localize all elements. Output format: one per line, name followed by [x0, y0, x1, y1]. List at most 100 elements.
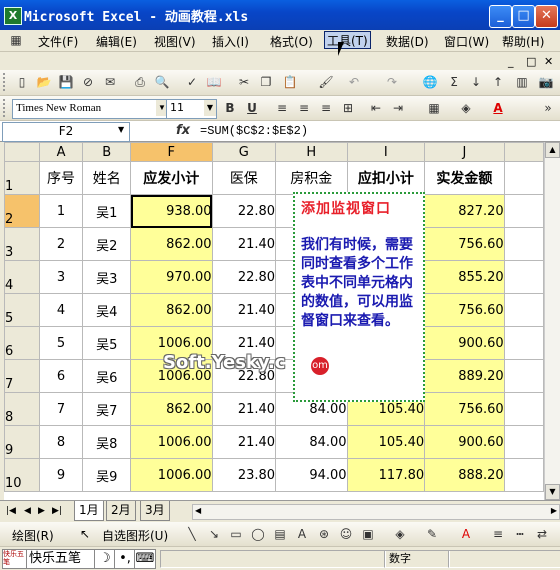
drawing-icon[interactable]: 📷 [538, 74, 554, 90]
paste-icon[interactable]: 📋 [282, 74, 298, 90]
arrow-style-icon[interactable]: ⇄ [534, 526, 550, 542]
doc-minimize-button[interactable]: _ [508, 55, 514, 68]
print-icon[interactable]: ⎙ [132, 74, 148, 90]
menu-file[interactable]: 文件(F) [38, 33, 78, 50]
column-header-f[interactable]: F [130, 142, 213, 162]
cell-name[interactable]: 吴6 [82, 359, 132, 393]
row-header[interactable]: 7 [4, 359, 40, 393]
row-header[interactable]: 9 [4, 425, 40, 459]
row-header[interactable]: 2 [4, 194, 40, 228]
align-center-icon[interactable]: ≡ [296, 100, 312, 116]
cell-seq[interactable]: 9 [38, 458, 84, 492]
chart-wizard-icon[interactable]: ▥ [514, 74, 530, 90]
oval-icon[interactable]: ◯ [250, 526, 266, 542]
column-header-blank[interactable] [503, 142, 544, 162]
first-sheet-icon[interactable]: |◀ [6, 506, 16, 516]
underline-button[interactable]: U [244, 100, 260, 116]
ime-moon-icon[interactable]: ☽ [94, 549, 116, 569]
line-icon[interactable]: ╲ [184, 526, 200, 542]
redo-icon[interactable]: ↷ [384, 74, 400, 90]
cell-net[interactable]: 855.20 [424, 260, 505, 294]
fill-color-icon[interactable]: ◈ [392, 526, 408, 542]
cell[interactable] [503, 392, 544, 426]
chevron-down-icon[interactable]: ▼ [204, 100, 216, 116]
wordart-icon[interactable]: A [294, 526, 310, 542]
spelling-icon[interactable]: ✓ [184, 74, 200, 90]
font-size-select[interactable]: 11 ▼ [166, 99, 217, 119]
prev-sheet-icon[interactable]: ◀ [24, 506, 31, 516]
cell-seq[interactable]: 7 [38, 392, 84, 426]
cell-name[interactable]: 吴9 [82, 458, 132, 492]
last-sheet-icon[interactable]: ▶| [52, 506, 62, 516]
row-header[interactable]: 10 [4, 458, 40, 492]
cell-seq[interactable]: 3 [38, 260, 84, 294]
clipart-icon[interactable]: ☺ [338, 526, 354, 542]
select-all-corner[interactable] [4, 142, 40, 162]
cell[interactable] [503, 359, 544, 393]
cell-medical[interactable]: 21.40 [211, 227, 277, 261]
decrease-indent-icon[interactable]: ⇤ [368, 100, 384, 116]
menu-edit[interactable]: 编辑(E) [96, 33, 137, 50]
row-header[interactable]: 1 [4, 161, 40, 195]
fill-color-icon[interactable]: ◈ [458, 100, 474, 116]
cell-name[interactable]: 吴1 [82, 194, 132, 228]
insert-function-icon[interactable]: fx [176, 123, 190, 138]
email-icon[interactable]: ✉ [102, 74, 118, 90]
workbook-icon[interactable]: ▦ [8, 32, 24, 48]
font-color-icon[interactable]: A [490, 100, 506, 116]
cell-net[interactable]: 756.60 [424, 293, 505, 327]
menu-window[interactable]: 窗口(W) [444, 33, 489, 50]
cell-header-seq[interactable]: 序号 [38, 161, 84, 195]
cell-name[interactable]: 吴2 [82, 227, 132, 261]
cell-seq[interactable]: 6 [38, 359, 84, 393]
sort-descending-icon[interactable]: ↑ [490, 74, 506, 90]
cell-name[interactable]: 吴5 [82, 326, 132, 360]
cell-gross[interactable]: 862.00 [130, 392, 213, 426]
toolbar-grip[interactable] [3, 99, 8, 117]
cell-net[interactable]: 888.20 [424, 458, 505, 492]
cell-net[interactable]: 756.60 [424, 392, 505, 426]
cell-gross[interactable]: 970.00 [130, 260, 213, 294]
excel-icon[interactable]: X [4, 7, 22, 25]
row-header[interactable]: 5 [4, 293, 40, 327]
cell-header-name[interactable]: 姓名 [82, 161, 132, 195]
horizontal-scrollbar[interactable]: ◀ ▶ [192, 504, 560, 520]
cell-seq[interactable]: 4 [38, 293, 84, 327]
cell-medical[interactable]: 23.80 [211, 458, 277, 492]
minimize-button[interactable]: _ [489, 5, 512, 28]
column-header-b[interactable]: B [82, 142, 132, 162]
line-style-icon[interactable]: ≡ [490, 526, 506, 542]
cell-gross[interactable]: 1006.00 [130, 458, 213, 492]
cell-seq[interactable]: 1 [38, 194, 84, 228]
save-icon[interactable]: 💾 [58, 74, 74, 90]
diagram-icon[interactable]: ⊛ [316, 526, 332, 542]
cell[interactable] [503, 326, 544, 360]
cell-medical[interactable]: 21.40 [211, 293, 277, 327]
cell-seq[interactable]: 2 [38, 227, 84, 261]
dash-style-icon[interactable]: ┅ [512, 526, 528, 542]
cell-housing[interactable]: 94.00 [275, 458, 348, 492]
column-header-i[interactable]: I [346, 142, 426, 162]
cell[interactable] [503, 227, 544, 261]
spreadsheet-grid[interactable]: A B F G H I J 1 序号 姓名 应发小计 医保 房积金 应扣小计 实… [4, 142, 544, 500]
column-header-j[interactable]: J [424, 142, 505, 162]
sheet-tab-jan[interactable]: 1月 [74, 501, 104, 521]
font-color-icon[interactable]: A [458, 526, 474, 542]
new-icon[interactable]: ▯ [14, 74, 30, 90]
cell-name[interactable]: 吴8 [82, 425, 132, 459]
undo-icon[interactable]: ↶ [346, 74, 362, 90]
cell[interactable] [503, 161, 544, 195]
permission-icon[interactable]: ⊘ [80, 74, 96, 90]
autoshapes-menu-button[interactable]: 自选图形(U) [102, 527, 168, 544]
row-header[interactable]: 8 [4, 392, 40, 426]
cell-gross[interactable]: 938.00 [130, 194, 213, 228]
cell-medical[interactable]: 22.80 [211, 194, 277, 228]
ime-name[interactable]: 快乐五笔 [26, 549, 98, 569]
cell-name[interactable]: 吴7 [82, 392, 132, 426]
menu-data[interactable]: 数据(D) [386, 33, 429, 50]
scroll-right-icon[interactable]: ▶ [551, 506, 557, 515]
copy-icon[interactable]: ❐ [258, 74, 274, 90]
column-header-g[interactable]: G [211, 142, 277, 162]
align-right-icon[interactable]: ≡ [318, 100, 334, 116]
hyperlink-icon[interactable]: 🌐 [422, 74, 438, 90]
